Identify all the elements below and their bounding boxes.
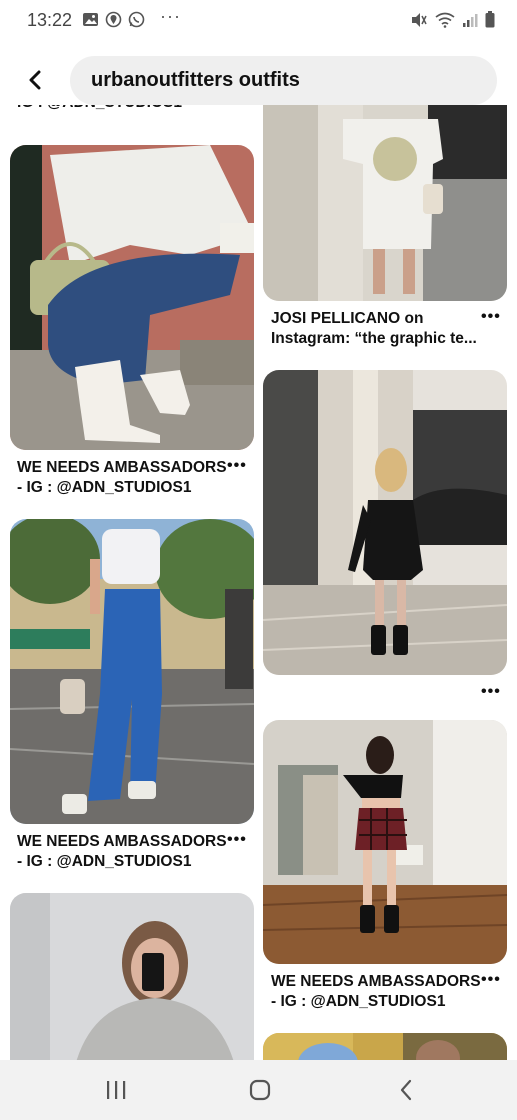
pin-caption: JOSI PELLICANO on Instagram: “the graphi… — [271, 310, 477, 347]
more-options-button[interactable]: ••• — [481, 971, 501, 989]
home-button[interactable] — [245, 1077, 275, 1103]
pin-caption-cutoff: IG : @ADN_STUDIOS1 — [17, 105, 182, 113]
recent-apps-icon — [107, 1081, 126, 1099]
mute-icon — [410, 12, 428, 33]
location-icon — [105, 11, 122, 28]
status-overflow: ··· — [160, 6, 181, 26]
search-query[interactable]: urbanoutfitters outfits — [91, 69, 300, 92]
battery-icon — [485, 11, 495, 33]
status-time: 13:22 — [27, 10, 73, 30]
search-bar[interactable]: urbanoutfitters outfits — [70, 56, 497, 105]
back-icon — [400, 1079, 412, 1101]
recent-apps-button[interactable] — [101, 1077, 131, 1103]
back-button[interactable] — [20, 64, 50, 96]
pin-image[interactable] — [263, 370, 507, 675]
more-options-button[interactable]: ••• — [481, 308, 501, 326]
back-nav-button[interactable] — [391, 1077, 421, 1103]
pin-image[interactable] — [10, 145, 254, 450]
more-options-button[interactable]: ••• — [227, 831, 247, 849]
pin-image[interactable] — [263, 105, 507, 301]
signal-icon — [462, 12, 478, 33]
chevron-left-icon — [29, 70, 41, 90]
pin-caption: WE NEEDS AMBASSADORS - IG : @ADN_STUDIOS… — [17, 459, 227, 496]
gallery-icon — [82, 11, 99, 28]
wifi-icon — [435, 12, 455, 33]
navigation-bar — [0, 1060, 517, 1120]
pin-image[interactable] — [263, 1033, 507, 1060]
more-options-button[interactable]: ••• — [227, 457, 247, 475]
pin-feed[interactable]: IG : @ADN_STUDIOS1 WE NEEDS AMBASSADORS … — [0, 105, 517, 1060]
home-icon — [249, 1079, 271, 1101]
whatsapp-icon — [128, 11, 145, 28]
pin-caption: WE NEEDS AMBASSADORS - IG : @ADN_STUDIOS… — [17, 833, 227, 870]
more-options-button[interactable]: ••• — [481, 683, 501, 701]
pin-image[interactable] — [263, 720, 507, 964]
status-bar: 13:22 ··· — [0, 0, 517, 40]
pin-image[interactable] — [10, 519, 254, 824]
pin-caption: WE NEEDS AMBASSADORS - IG : @ADN_STUDIOS… — [271, 973, 481, 1010]
pin-image[interactable] — [10, 893, 254, 1060]
